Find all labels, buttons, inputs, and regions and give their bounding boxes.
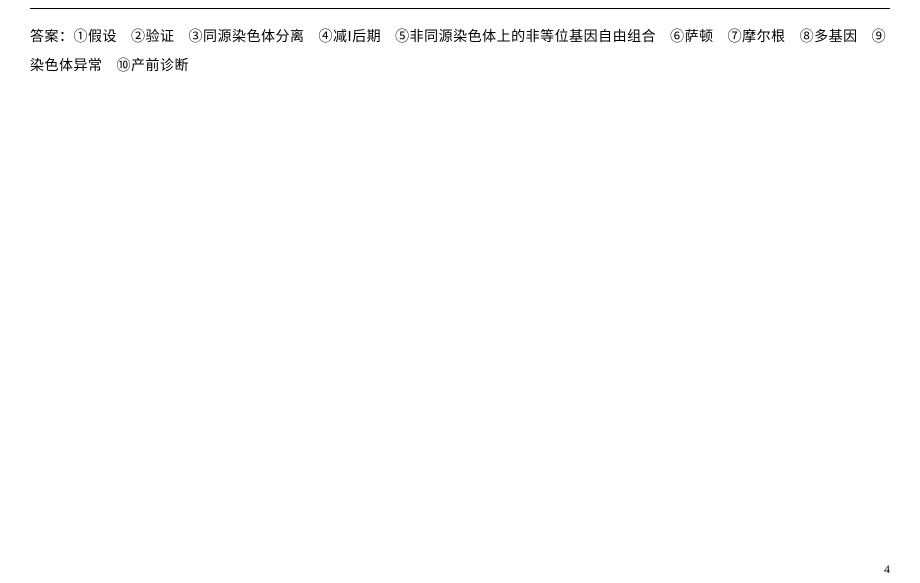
answer-item: ④减Ⅰ后期 [319,30,382,45]
answer-label: 答案： [30,30,74,45]
answer-item: ①假设 [74,30,118,45]
answer-item: ②验证 [131,30,175,45]
answer-item: ⑧多基因 [800,30,858,45]
answer-block: 答案：①假设 ②验证 ③同源染色体分离 ④减Ⅰ后期 ⑤非同源染色体上的非等位基因自由组合… [30,23,890,82]
answer-item: ⑤非同源染色体上的非等位基因自由组合 [395,30,656,45]
answer-item: ⑩产前诊断 [117,59,190,74]
answer-item: ⑦摩尔根 [728,30,786,45]
answer-item: ⑥萨顿 [670,30,714,45]
horizontal-rule [30,8,890,9]
answer-item: ③同源染色体分离 [189,30,305,45]
answer-items-container: ①假设 ②验证 ③同源染色体分离 ④减Ⅰ后期 ⑤非同源染色体上的非等位基因自由组合 ⑥萨顿… [30,30,886,74]
